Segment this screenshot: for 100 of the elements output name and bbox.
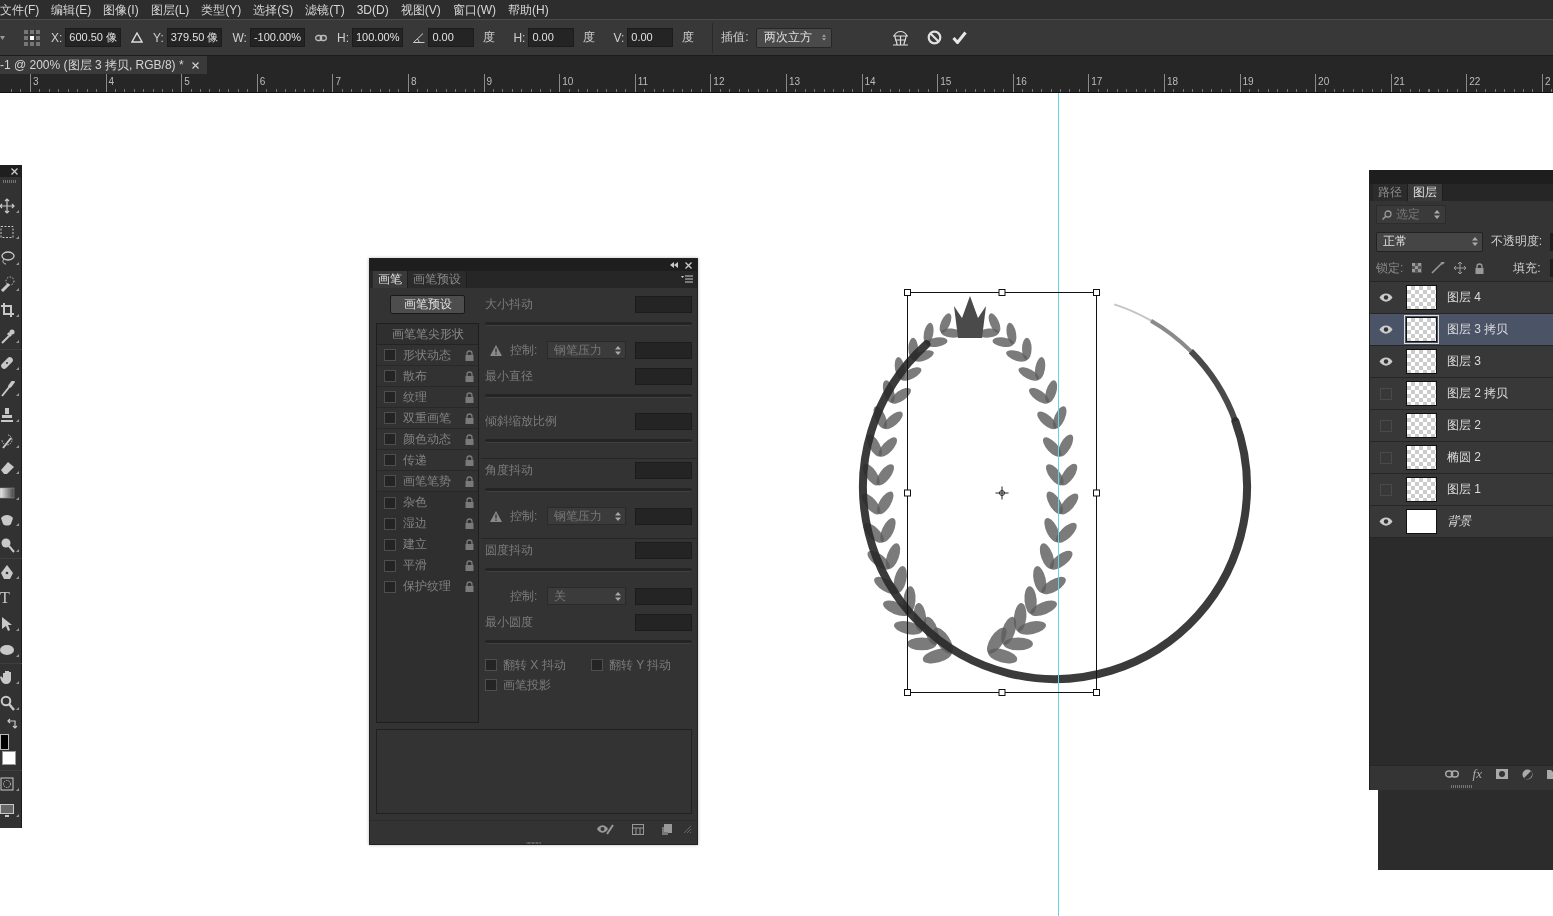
panel-tab[interactable]: 画笔	[373, 271, 408, 288]
bandage-icon[interactable]	[0, 355, 20, 371]
menu-item[interactable]: 选择(S)	[253, 1, 294, 18]
menu-item[interactable]: 图像(I)	[103, 1, 139, 18]
transform-handle[interactable]	[998, 289, 1006, 296]
pointer-icon[interactable]	[0, 616, 20, 632]
monitor-icon[interactable]	[0, 802, 20, 818]
grip-icon[interactable]	[3, 180, 17, 183]
cancel-icon[interactable]	[926, 30, 942, 45]
checkbox[interactable]	[485, 659, 497, 671]
menu-item[interactable]: 编辑(E)	[51, 1, 92, 18]
checkbox[interactable]	[384, 349, 396, 361]
menu-item[interactable]: 3D(D)	[356, 1, 389, 18]
panel-menu-icon[interactable]	[681, 275, 693, 283]
caret-icon[interactable]	[0, 35, 5, 40]
transform-handle[interactable]	[1093, 689, 1100, 696]
quick-select-icon[interactable]	[0, 276, 20, 292]
checkbox[interactable]	[384, 391, 396, 403]
panel-tab[interactable]: 路径	[1373, 184, 1408, 201]
transform-handle[interactable]	[904, 289, 911, 296]
menu-item[interactable]: 文件(F)	[0, 1, 40, 18]
menu-item[interactable]: 帮助(H)	[508, 1, 549, 18]
delta-icon[interactable]	[131, 32, 144, 43]
background-swatch-icon[interactable]	[2, 751, 16, 765]
lock-icon[interactable]	[1475, 262, 1485, 274]
warp-mesh-icon[interactable]	[891, 29, 909, 46]
gradient-icon[interactable]	[0, 485, 20, 501]
option-label[interactable]: 建立	[403, 536, 465, 553]
option-label[interactable]: 杂色	[403, 494, 465, 511]
panel-tab[interactable]: 画笔预设	[408, 271, 467, 288]
eye-icon[interactable]	[1379, 325, 1393, 334]
grid-icon[interactable]	[632, 823, 644, 835]
dodge-icon[interactable]	[0, 537, 20, 553]
layer-row[interactable]: 椭圆 2	[1370, 442, 1553, 474]
move-icon[interactable]	[0, 198, 20, 214]
checkbox[interactable]	[384, 475, 396, 487]
layer-row[interactable]: 图层 2	[1370, 410, 1553, 442]
transform-handle[interactable]	[904, 489, 911, 497]
checkbox[interactable]	[384, 412, 396, 424]
collapse-icon[interactable]	[670, 262, 678, 268]
hand-icon[interactable]	[0, 669, 20, 685]
center-point-icon[interactable]	[995, 486, 1009, 500]
foreground-swatch-icon[interactable]	[0, 734, 9, 750]
option-label[interactable]: 保护纹理	[403, 578, 465, 595]
link-icon[interactable]	[315, 33, 327, 42]
brush-presets-button[interactable]: 画笔预设	[390, 295, 465, 314]
menu-item[interactable]: 视图(V)	[400, 1, 441, 18]
checkbox[interactable]	[384, 496, 396, 509]
menu-item[interactable]: 类型(Y)	[201, 1, 242, 18]
eyedropper-icon[interactable]	[0, 328, 20, 344]
number-field[interactable]: -100.00%	[249, 28, 305, 47]
resize-grip-icon[interactable]	[684, 825, 691, 833]
transform-handle[interactable]	[998, 689, 1006, 696]
close-icon[interactable]	[11, 167, 18, 175]
checkbox[interactable]	[384, 580, 396, 593]
checker-icon[interactable]	[1412, 263, 1423, 273]
menu-item[interactable]: 滤镜(T)	[305, 1, 345, 18]
page-icon[interactable]	[662, 823, 672, 835]
mask-icon[interactable]	[1496, 769, 1508, 779]
transform-handle[interactable]	[1093, 289, 1100, 296]
checkbox[interactable]	[485, 679, 497, 691]
grip-icon[interactable]	[1450, 785, 1473, 788]
layer-row[interactable]: 图层 1	[1370, 474, 1553, 506]
text-tool[interactable]: T	[0, 590, 20, 606]
eraser-icon[interactable]	[0, 459, 20, 475]
close-icon[interactable]	[191, 61, 199, 69]
link-icon[interactable]	[1444, 770, 1459, 778]
half-circle-icon[interactable]	[1522, 768, 1533, 780]
checkmark-icon[interactable]	[951, 31, 967, 44]
layer-row[interactable]: 图层 3	[1370, 346, 1553, 378]
move-icon[interactable]	[1454, 262, 1467, 274]
close-icon[interactable]	[685, 261, 692, 269]
eye-icon[interactable]	[1379, 293, 1393, 302]
checkbox[interactable]	[384, 538, 396, 551]
checkbox[interactable]	[384, 559, 396, 572]
layer-row[interactable]: 图层 4	[1370, 282, 1553, 314]
number-field[interactable]: 0.00	[528, 28, 575, 47]
eye-icon[interactable]	[1379, 357, 1393, 366]
zoom-icon[interactable]	[0, 695, 20, 711]
lasso-icon[interactable]	[0, 250, 20, 266]
number-field[interactable]: 100.00%	[352, 28, 404, 47]
marquee-icon[interactable]	[0, 224, 20, 240]
layer-row[interactable]: 图层 3 拷贝	[1370, 314, 1553, 346]
checkbox[interactable]	[384, 370, 396, 382]
option-label[interactable]: 平滑	[403, 557, 465, 574]
swap-arrows-icon[interactable]	[6, 718, 18, 730]
transform-handle[interactable]	[904, 689, 911, 696]
reference-grid-icon[interactable]	[23, 28, 41, 47]
checkbox[interactable]	[591, 659, 603, 671]
eye-icon[interactable]	[1379, 517, 1393, 526]
number-field[interactable]: 0.00	[627, 28, 674, 47]
number-field[interactable]: 600.50 像	[65, 28, 122, 47]
menu-item[interactable]: 图层(L)	[150, 1, 190, 18]
eye-brush-icon[interactable]	[596, 823, 614, 835]
menu-item[interactable]: 窗口(W)	[452, 1, 496, 18]
brush-icon[interactable]	[1431, 262, 1446, 274]
fx-button[interactable]: fx	[1472, 767, 1482, 781]
brush-icon[interactable]	[0, 381, 20, 397]
option-label[interactable]: 湿边	[403, 515, 465, 532]
checkbox[interactable]	[384, 517, 396, 530]
